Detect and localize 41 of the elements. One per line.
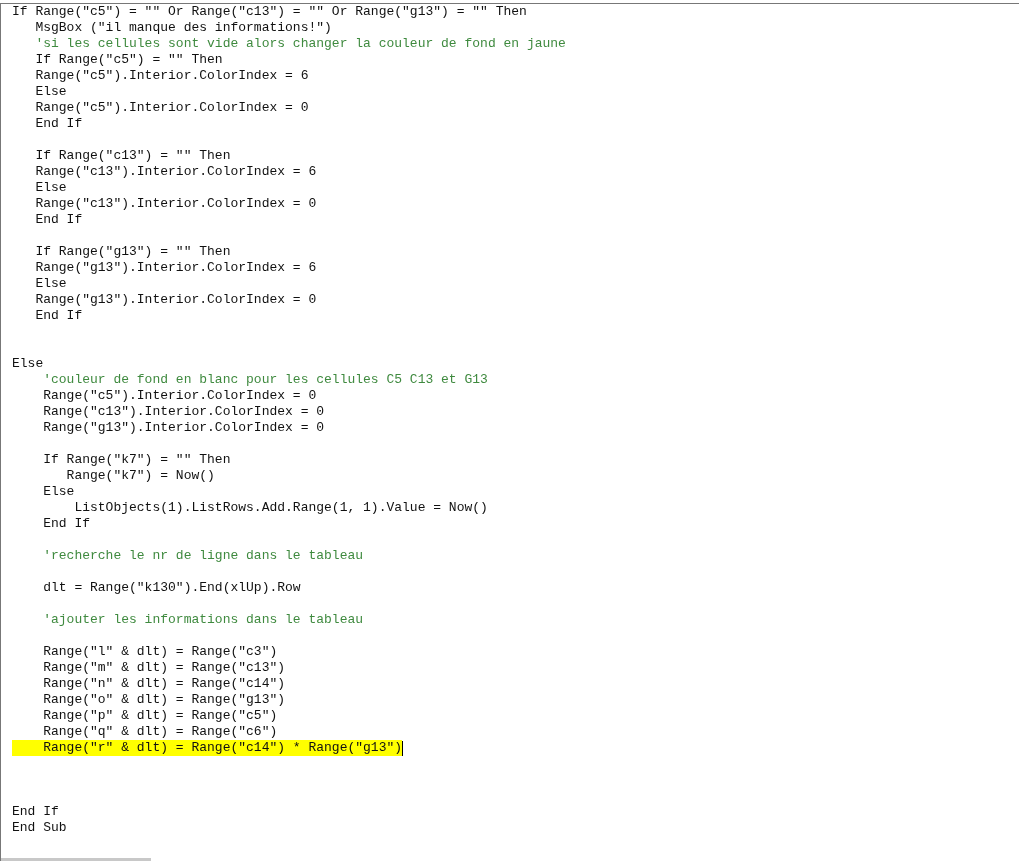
code-line: If Range("c13") = "" Then bbox=[34, 148, 231, 164]
code-line: End Sub bbox=[12, 820, 67, 836]
code-line: Range("g13").Interior.ColorIndex = 0 bbox=[34, 292, 317, 308]
code-line: Range("k7") = Now() bbox=[65, 468, 215, 484]
code-line: Range("n" & dlt) = Range("c14") bbox=[42, 676, 286, 692]
code-line: Range("c5").Interior.ColorIndex = 0 bbox=[42, 388, 317, 404]
code-line: Range("g13").Interior.ColorIndex = 0 bbox=[42, 420, 325, 436]
code-comment: 'si les cellules sont vide alors changer la couleur de fond en jaune bbox=[34, 36, 566, 52]
code-comment: 'couleur de fond en blanc pour les cellules C5 C13 et G13 bbox=[42, 372, 488, 388]
code-line: If Range("c5") = "" Then bbox=[34, 52, 223, 68]
code-line: If Range("k7") = "" Then bbox=[42, 452, 231, 468]
code-line: Else bbox=[42, 484, 75, 500]
code-line: Range("p" & dlt) = Range("c5") bbox=[42, 708, 278, 724]
code-comment: 'recherche le nr de ligne dans le tableau bbox=[42, 548, 364, 564]
code-line: Range("c13").Interior.ColorIndex = 6 bbox=[34, 164, 317, 180]
code-line: End If bbox=[34, 116, 83, 132]
code-line: If Range("g13") = "" Then bbox=[34, 244, 231, 260]
code-editor[interactable] bbox=[0, 3, 1019, 861]
scrollbar-thumb[interactable] bbox=[1, 858, 151, 861]
code-line: If Range("c5") = "" Or Range("c13") = "" Or Range("g13") = "" Then bbox=[12, 4, 527, 20]
code-line: Range("c5").Interior.ColorIndex = 6 bbox=[34, 68, 309, 84]
code-line: Range("m" & dlt) = Range("c13") bbox=[42, 660, 286, 676]
code-line: Range("c13").Interior.ColorIndex = 0 bbox=[42, 404, 325, 420]
code-line: End If bbox=[34, 308, 83, 324]
code-line: Range("o" & dlt) = Range("g13") bbox=[42, 692, 286, 708]
code-line: Else bbox=[34, 84, 67, 100]
code-line: Else bbox=[12, 356, 44, 372]
code-line: Range("l" & dlt) = Range("c3") bbox=[42, 644, 278, 660]
code-line: Else bbox=[34, 276, 67, 292]
code-line: MsgBox ("il manque des informations!") bbox=[34, 20, 332, 36]
code-line: Range("q" & dlt) = Range("c6") bbox=[42, 724, 278, 740]
code-line: End If bbox=[34, 212, 83, 228]
code-line: Range("c13").Interior.ColorIndex = 0 bbox=[34, 196, 317, 212]
code-line: Range("c5").Interior.ColorIndex = 0 bbox=[34, 100, 309, 116]
code-line: ListObjects(1).ListRows.Add.Range(1, 1).Value = Now() bbox=[73, 500, 488, 516]
code-line: dlt = Range("k130").End(xlUp).Row bbox=[42, 580, 301, 596]
code-line: End If bbox=[42, 516, 90, 532]
code-line: Else bbox=[34, 180, 67, 196]
code-comment: 'ajouter les informations dans le tableau bbox=[42, 612, 364, 628]
code-line: Range("g13").Interior.ColorIndex = 6 bbox=[34, 260, 317, 276]
code-line: End If bbox=[12, 804, 59, 820]
